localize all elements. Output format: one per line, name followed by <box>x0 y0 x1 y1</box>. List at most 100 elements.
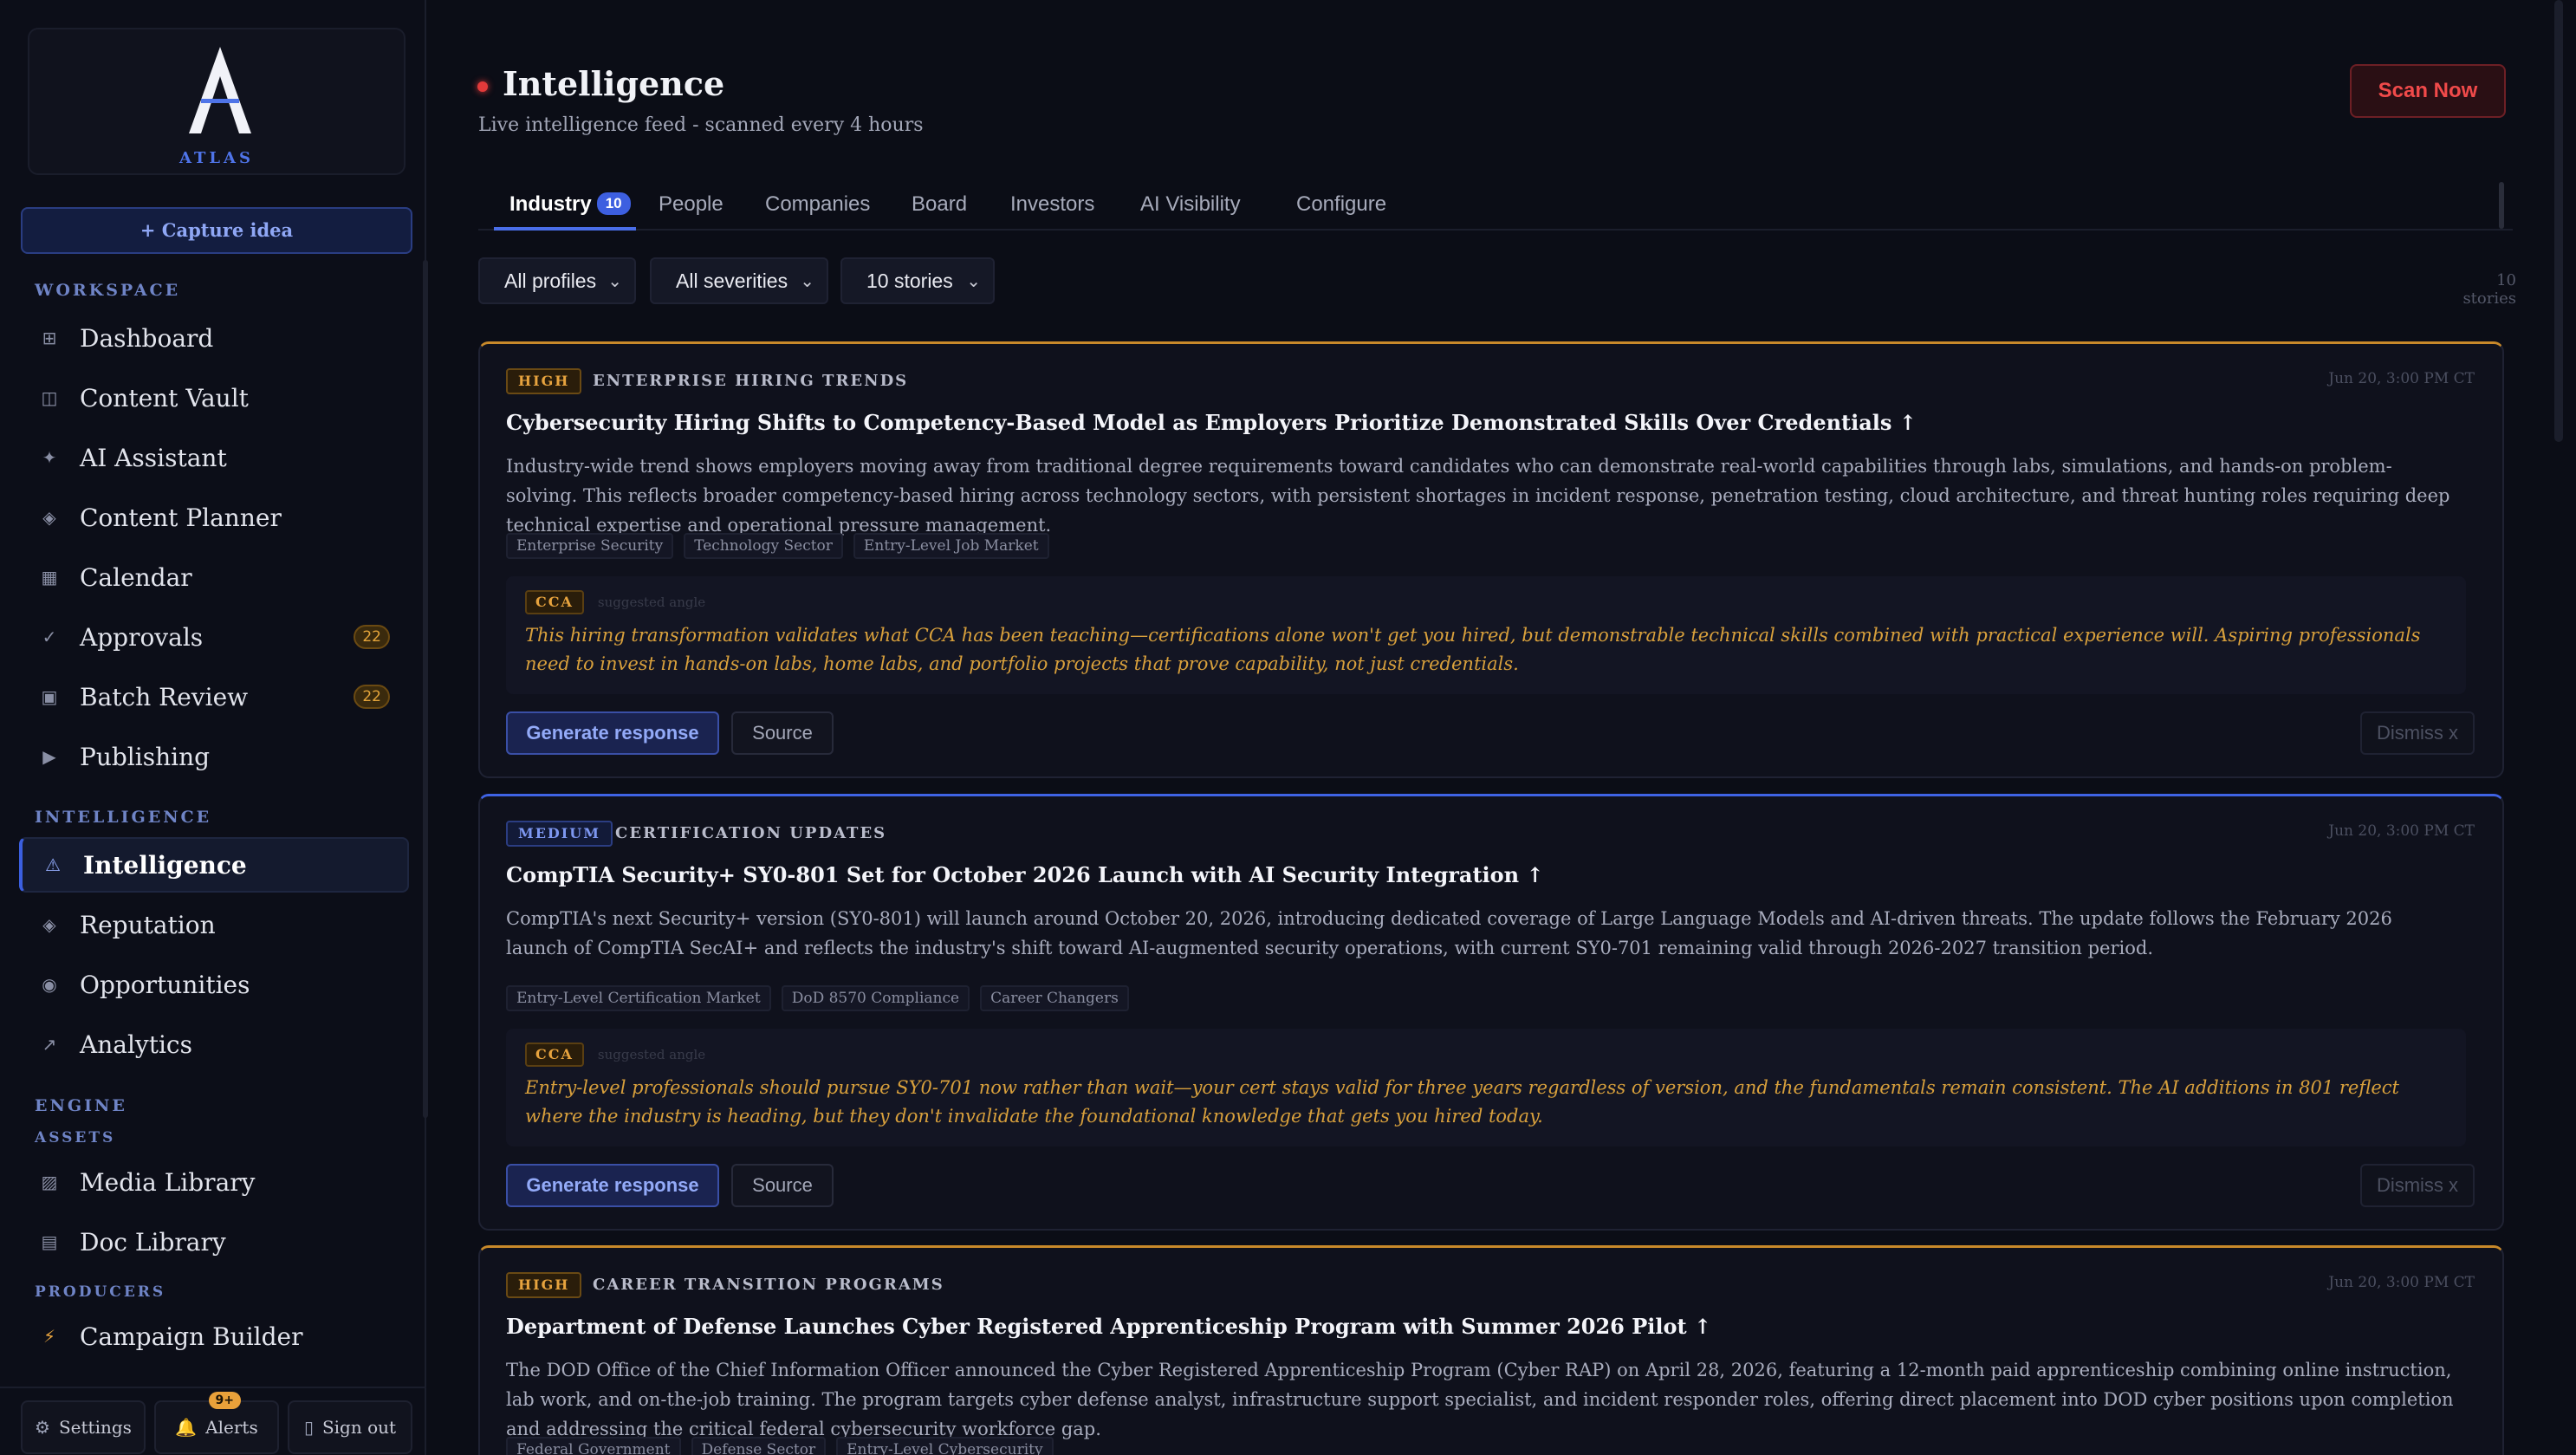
angle-note: suggested angle <box>597 594 706 610</box>
stories-select-value: 10 stories <box>866 270 953 292</box>
approvals-count-badge: 22 <box>354 625 390 649</box>
severity-badge: HIGH <box>506 368 582 394</box>
sidebar-item-label: Content Planner <box>80 503 282 532</box>
tab-investors[interactable]: Investors <box>1010 179 1094 231</box>
dismiss-button[interactable]: Dismiss x <box>2360 711 2475 755</box>
card-body: Industry-wide trend shows employers movi… <box>506 456 2450 536</box>
angle-header: CCA suggested angle <box>525 1043 705 1067</box>
tag: Federal Government <box>506 1437 681 1455</box>
tab-count-badge: 10 <box>596 192 631 215</box>
severity-badge: HIGH <box>506 1272 582 1298</box>
suggested-angle: CCA suggested angle Entry-level professi… <box>506 1029 2466 1146</box>
sidebar-item-label: Opportunities <box>80 970 250 999</box>
sidebar-item-label: Calendar <box>80 562 192 592</box>
tag: Career Changers <box>980 985 1129 1011</box>
tab-scrollbar[interactable] <box>2499 182 2504 229</box>
sidebar-item-reputation[interactable]: ◈ Reputation <box>19 897 409 952</box>
sidebar-item-label: AI Assistant <box>80 443 227 472</box>
source-button[interactable]: Source <box>731 1164 834 1207</box>
sidebar-item-label: Content Vault <box>80 383 249 412</box>
story-count: 10 stories <box>2462 271 2516 308</box>
sign-out-button[interactable]: ▯ Sign out <box>288 1400 412 1454</box>
severities-select-value: All severities <box>676 270 788 292</box>
settings-button[interactable]: ⚙ Settings <box>21 1400 146 1454</box>
sidebar-item-approvals[interactable]: ✓ Approvals 22 <box>19 609 409 665</box>
sidebar-item-label: Intelligence <box>83 850 247 880</box>
sidebar-item-label: Campaign Builder <box>80 1322 303 1351</box>
card-title[interactable]: CompTIA Security+ SY0-801 Set for Octobe… <box>506 862 1544 887</box>
signout-label: Sign out <box>321 1417 397 1438</box>
sidebar-item-calendar[interactable]: ▦ Calendar <box>19 549 409 605</box>
settings-label: Settings <box>58 1417 132 1438</box>
gear-icon: ⚙ <box>35 1417 50 1438</box>
sidebar-item-label: Batch Review <box>80 682 249 711</box>
sidebar-item-content-vault[interactable]: ◫ Content Vault <box>19 370 409 425</box>
sidebar-item-label: Doc Library <box>80 1227 226 1257</box>
play-icon: ▶ <box>42 746 56 767</box>
door-icon: ▯ <box>303 1417 314 1438</box>
alerts-button[interactable]: 🔔 Alerts 9+ <box>154 1392 279 1454</box>
page-scrollbar[interactable] <box>2554 0 2563 442</box>
calendar-icon: ▦ <box>41 567 58 588</box>
brand-card[interactable]: ATLAS <box>28 28 406 175</box>
sidebar-footer: ⚙ Settings 🔔 Alerts 9+ ▯ Sign out <box>0 1387 426 1455</box>
profiles-select[interactable]: All profiles ⌄ <box>478 257 636 304</box>
card-title[interactable]: Cybersecurity Hiring Shifts to Competenc… <box>506 410 1917 435</box>
sidebar-item-ai-assistant[interactable]: ✦ AI Assistant <box>19 430 409 485</box>
tab-companies[interactable]: Companies <box>765 179 870 231</box>
generate-response-button[interactable]: Generate response <box>506 711 719 755</box>
tab-board[interactable]: Board <box>912 179 967 231</box>
check-icon: ✓ <box>42 627 57 647</box>
card-title[interactable]: Department of Defense Launches Cyber Reg… <box>506 1314 1711 1339</box>
page-subtitle: Live intelligence feed - scanned every 4… <box>478 114 924 136</box>
dismiss-button[interactable]: Dismiss x <box>2360 1164 2475 1207</box>
source-button[interactable]: Source <box>731 711 834 755</box>
generate-response-button[interactable]: Generate response <box>506 1164 719 1207</box>
section-engine: ENGINE <box>35 1096 127 1115</box>
card-body: CompTIA's next Security+ version (SY0-80… <box>506 908 2392 958</box>
atlas-logo-icon <box>189 47 251 133</box>
sidebar-item-campaign-builder[interactable]: ⚡ Campaign Builder <box>19 1309 409 1364</box>
sidebar-item-intelligence[interactable]: ⚠ Intelligence <box>19 837 409 893</box>
section-producers: PRODUCERS <box>35 1283 166 1301</box>
intel-card: MEDIUM CERTIFICATION UPDATES Jun 20, 3:0… <box>478 794 2504 1231</box>
card-date: Jun 20, 3:00 PM CT <box>2328 1274 2475 1291</box>
sidebar-item-content-planner[interactable]: ◈ Content Planner <box>19 490 409 545</box>
sidebar-item-doc-library[interactable]: ▤ Doc Library <box>19 1214 409 1270</box>
sidebar-item-media-library[interactable]: ▨ Media Library <box>19 1154 409 1210</box>
severities-select[interactable]: All severities ⌄ <box>650 257 828 304</box>
lightning-icon: ⚡ <box>42 1326 56 1347</box>
scan-now-button[interactable]: Scan Now <box>2350 64 2506 118</box>
tag: Entry-Level Job Market <box>853 533 1049 559</box>
page-title: Intelligence <box>503 64 725 103</box>
angle-note: suggested angle <box>597 1047 706 1062</box>
sidebar-item-label: Media Library <box>80 1167 256 1197</box>
warning-icon: ⚠ <box>45 854 61 875</box>
brand-name: ATLAS <box>179 149 254 167</box>
batch-review-count-badge: 22 <box>354 685 390 709</box>
section-intelligence: INTELLIGENCE <box>35 808 212 827</box>
tag-list: Federal Government Defense Sector Entry-… <box>506 1437 1054 1455</box>
diamond-icon: ◈ <box>42 914 56 935</box>
section-workspace: WORKSPACE <box>35 281 181 300</box>
tab-people[interactable]: People <box>659 179 723 231</box>
sidebar-item-batch-review[interactable]: ▣ Batch Review 22 <box>19 669 409 724</box>
tag: DoD 8570 Compliance <box>781 985 970 1011</box>
sidebar-item-publishing[interactable]: ▶ Publishing <box>19 729 409 784</box>
tab-ai-visibility[interactable]: AI Visibility <box>1140 179 1241 231</box>
angle-badge: CCA <box>525 1043 584 1067</box>
sidebar-item-analytics[interactable]: ↗ Analytics <box>19 1017 409 1072</box>
tab-configure[interactable]: Configure <box>1296 179 1386 231</box>
grid-icon: ⊞ <box>42 328 57 348</box>
target-icon: ◉ <box>42 974 57 995</box>
sidebar-item-dashboard[interactable]: ⊞ Dashboard <box>19 310 409 366</box>
tab-industry[interactable]: Industry 10 <box>494 179 636 231</box>
sparkle-icon: ✦ <box>42 447 57 468</box>
sidebar-item-opportunities[interactable]: ◉ Opportunities <box>19 957 409 1012</box>
card-date: Jun 20, 3:00 PM CT <box>2328 370 2475 387</box>
tag: Defense Sector <box>691 1437 827 1455</box>
live-status-dot <box>477 81 488 92</box>
sidebar-item-label: Publishing <box>80 742 211 771</box>
capture-idea-button[interactable]: + Capture idea <box>21 207 412 254</box>
stories-select[interactable]: 10 stories ⌄ <box>840 257 995 304</box>
